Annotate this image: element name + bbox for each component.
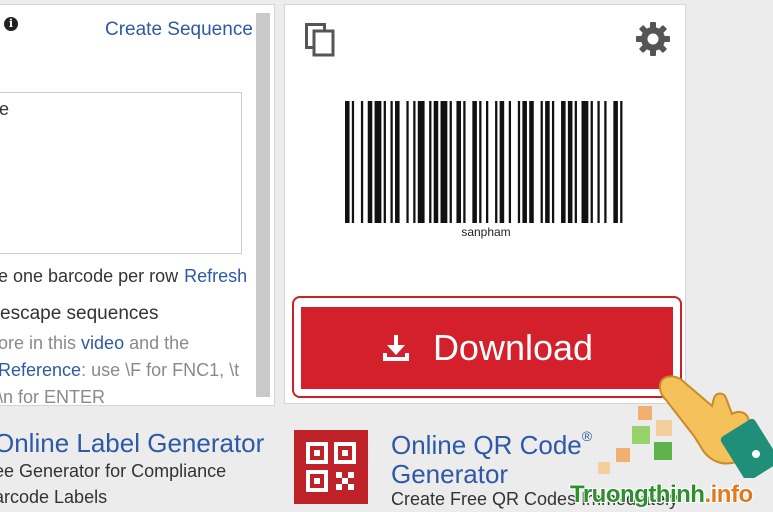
barcode-bar — [486, 101, 489, 223]
barcode-bar — [522, 101, 527, 223]
barcode-bar — [390, 101, 393, 223]
barcode-bar — [620, 101, 623, 223]
watermark-suffix: .info — [704, 481, 753, 508]
download-button[interactable]: Download — [301, 307, 673, 389]
qr-code-logo[interactable] — [294, 430, 368, 504]
barcode-bar — [440, 101, 448, 223]
barcode-bar — [517, 101, 521, 223]
video-link[interactable]: video — [81, 333, 124, 353]
barcode-bar — [495, 101, 498, 223]
barcode-bar — [433, 101, 439, 223]
pointing-hand-icon — [658, 375, 773, 478]
barcode-bar — [472, 101, 477, 223]
reference-help-text: : use \F for FNC1, \t — [81, 360, 240, 380]
barcode-bar — [590, 101, 593, 223]
one-barcode-per-row-option: e one barcode per row Refresh — [0, 266, 247, 287]
barcode-bar — [561, 101, 566, 223]
info-icon[interactable]: i — [4, 17, 18, 31]
watermark-prefix: Truongthinh — [570, 481, 705, 508]
escape-sequences-label: escape sequences — [0, 303, 159, 324]
barcode-bar — [508, 101, 512, 223]
barcode-preview-panel: sanpham Download — [284, 4, 686, 404]
barcode-bar — [499, 101, 505, 223]
scrollbar[interactable] — [256, 13, 270, 397]
barcode-bar — [395, 101, 400, 223]
qr-generator-link[interactable]: Online QR Code® — [391, 428, 593, 461]
label-generator-description-2: arcode Labels — [0, 487, 108, 507]
barcode-data-panel: i Create Sequence e one barcode per rowR… — [0, 4, 275, 406]
barcode-caption: sanpham — [461, 225, 511, 239]
barcode-bar — [551, 101, 555, 223]
barcode-bar — [429, 101, 432, 223]
download-label: Download — [432, 327, 594, 368]
barcode-bar — [360, 101, 364, 223]
help-text-suffix: and the — [124, 333, 190, 353]
barcode-bar — [597, 101, 600, 223]
barcode-bar — [567, 101, 573, 223]
barcode-bar — [604, 101, 607, 223]
barcode-bar — [574, 101, 577, 223]
help-text-line-2: Reference: use \F for FNC1, \t — [0, 360, 239, 381]
label-generator-description-1: ee Generator for Compliance — [0, 461, 227, 481]
barcode-bar — [383, 101, 386, 223]
copy-icon[interactable] — [305, 23, 335, 57]
barcode-bar — [417, 101, 425, 223]
download-icon — [382, 335, 409, 361]
barcode-bar — [374, 101, 382, 223]
registered-mark: ® — [581, 428, 593, 444]
barcode-bar — [351, 101, 355, 223]
barcode-bar — [413, 101, 416, 223]
barcode-data-input[interactable] — [0, 92, 242, 254]
barcode-bar — [581, 101, 589, 223]
refresh-link[interactable]: Refresh — [184, 266, 247, 286]
barcode-image — [345, 101, 623, 223]
barcode-bar — [456, 101, 461, 223]
barcode-bar — [613, 101, 618, 223]
gear-icon[interactable] — [635, 21, 671, 57]
watermark-text: Truongthinh.info — [570, 481, 753, 509]
create-sequence-link[interactable]: Create Sequence — [105, 19, 253, 41]
one-barcode-per-row-label: e one barcode per row — [0, 266, 179, 286]
qr-generator-title-line-2[interactable]: Generator — [391, 459, 508, 490]
barcode-bar — [545, 101, 550, 223]
barcode-bar — [479, 101, 482, 223]
help-text-line-3: \n for ENTER — [0, 387, 106, 406]
label-generator-link[interactable]: Online Label Generator — [0, 428, 264, 459]
barcode-bar — [406, 101, 409, 223]
barcode-bar — [449, 101, 452, 223]
barcode-bar — [367, 101, 373, 223]
barcode-bar — [540, 101, 543, 223]
barcode-bar — [463, 101, 466, 223]
barcode-bar — [345, 101, 350, 223]
help-text-prefix: ore in this — [0, 333, 82, 353]
reference-link[interactable]: Reference — [0, 360, 81, 380]
barcode-bar — [529, 101, 534, 223]
help-text-line-1: ore in this video and the — [0, 333, 189, 354]
qr-generator-title: Online QR Code — [391, 430, 582, 460]
